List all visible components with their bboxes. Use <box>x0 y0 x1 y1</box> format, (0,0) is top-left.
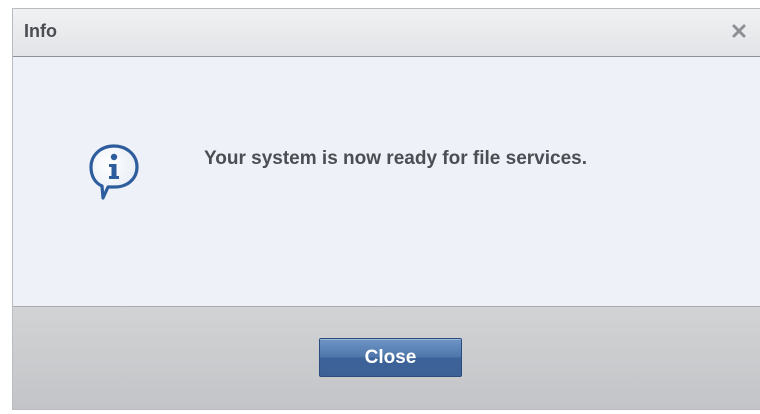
dialog-title: Info <box>24 21 57 41</box>
info-dialog: Info Your system is now ready for file s… <box>12 8 760 410</box>
close-icon[interactable] <box>728 20 750 42</box>
dialog-titlebar: Info <box>13 9 760 57</box>
info-icon <box>88 142 140 204</box>
close-button[interactable]: Close <box>319 338 462 377</box>
dialog-body: Your system is now ready for file servic… <box>13 57 760 306</box>
dialog-footer: Close <box>13 306 760 409</box>
dialog-message: Your system is now ready for file servic… <box>204 148 587 169</box>
